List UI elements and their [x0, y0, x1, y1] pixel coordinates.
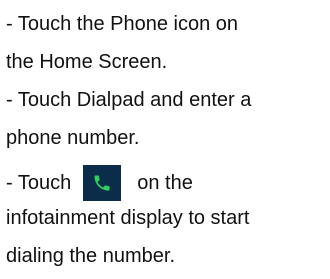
instruction-line-5: - Touch on the — [6, 163, 324, 203]
phone-call-icon — [83, 165, 122, 201]
instruction-line-2: the Home Screen. — [6, 51, 168, 73]
instruction-line-1: - Touch the Phone icon on — [6, 13, 239, 35]
instruction-line-7: dialing the number. — [6, 245, 176, 267]
instruction-line-3: - Touch Dialpad and enter a — [6, 89, 252, 111]
instruction-line-4: phone number. — [6, 127, 140, 149]
instruction-line-5-suffix: on the — [137, 172, 193, 194]
instruction-line-5-prefix: - Touch — [6, 172, 72, 194]
instruction-text-block: - Touch the Phone icon on the Home Scree… — [6, 9, 324, 279]
instruction-line-6: infotainment display to start — [6, 207, 250, 229]
